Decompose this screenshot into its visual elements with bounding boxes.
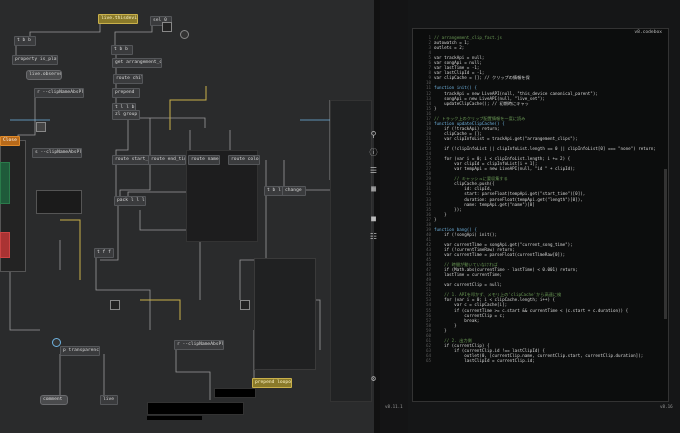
code-line: lastClipId = currentClip.id; xyxy=(434,358,535,363)
position-display xyxy=(36,190,82,214)
patch-object[interactable]: route child xyxy=(113,74,143,84)
mixer-icon[interactable]: ☷ xyxy=(369,232,378,241)
patch-object[interactable]: t f f xyxy=(94,248,114,258)
toggle[interactable] xyxy=(36,122,46,132)
patch-object[interactable]: zl group 2 xyxy=(112,110,140,120)
info-icon[interactable]: ⓘ xyxy=(369,148,378,157)
status-bar-black-2 xyxy=(147,416,202,420)
status-left: v8.11.1 xyxy=(385,404,403,409)
patch-object[interactable]: route end_time xyxy=(148,155,186,165)
patch-object[interactable]: t b b xyxy=(111,45,133,55)
toggle[interactable] xyxy=(162,22,172,32)
patch-object[interactable]: prepend loopoutt xyxy=(252,378,292,388)
patch-object[interactable]: route color xyxy=(228,155,260,165)
toolstrip: ⚲ ⓘ ☰ ▦ ■ ☷ ⚙ xyxy=(367,120,381,383)
search-icon[interactable]: ⚲ xyxy=(369,130,378,139)
patch-object[interactable]: Close xyxy=(0,136,20,146)
patch-object[interactable]: property is_playing xyxy=(12,55,58,65)
patch-object[interactable]: get arrangement_clips xyxy=(112,58,162,68)
patch-object[interactable]: route name xyxy=(188,155,220,165)
line-number: 65 xyxy=(425,358,431,363)
patch-object[interactable]: change xyxy=(282,186,306,196)
status-bar-black xyxy=(147,402,244,415)
code-text[interactable]: // arrangement_clip_fact.js autowatch = 1… xyxy=(434,35,666,363)
patch-object[interactable]: p transparency xyxy=(60,346,100,356)
status-right: v8.16 xyxy=(660,404,673,409)
grid-icon[interactable]: ▦ xyxy=(369,184,378,193)
patch-object[interactable]: t b l xyxy=(264,186,284,196)
number-box[interactable] xyxy=(214,388,256,398)
patch-object[interactable]: route start_time xyxy=(112,155,152,165)
patch-object[interactable]: s --clipNameAbsPlay xyxy=(32,148,82,158)
line-numbers: 1 2 3 4 5 6 7 8 9 10 11 12 13 14 15 16 17 18 19 20 21 22 23 24 2… xyxy=(413,35,431,363)
toggle[interactable] xyxy=(240,300,250,310)
sidebar-gutter xyxy=(380,0,408,433)
settings-icon[interactable]: ⚙ xyxy=(369,374,378,383)
patch-object[interactable]: r --clipNameAbsPlay xyxy=(34,88,84,98)
patch-object[interactable]: prepend xyxy=(112,88,140,98)
right-column xyxy=(330,100,372,402)
patch-object[interactable]: comment xyxy=(40,395,68,405)
green-meter xyxy=(0,162,10,204)
patch-object[interactable]: live.observer xyxy=(26,70,62,80)
bang-button[interactable] xyxy=(180,30,189,39)
list-icon[interactable]: ☰ xyxy=(369,166,378,175)
message-grid xyxy=(254,258,316,370)
patch-object[interactable]: pack l l l s xyxy=(114,196,146,206)
code-editor[interactable]: v8.codebox 1 2 3 4 5 6 7 8 9 10 11 12 13 14 15 16 17 18 19… xyxy=(412,28,669,402)
patcher-canvas[interactable]: live.thisdevicesel 0t b bt b bproperty i… xyxy=(0,0,374,433)
patch-object[interactable]: live xyxy=(100,395,118,405)
patch-object[interactable]: t b b xyxy=(14,36,36,46)
bang-button[interactable] xyxy=(52,338,61,347)
red-meter xyxy=(0,232,10,258)
toggle[interactable] xyxy=(110,300,120,310)
patch-object[interactable]: live.thisdevice xyxy=(98,14,138,24)
code-line: if (!clipInfoList || clipInfoList.length… xyxy=(434,146,656,152)
scrollbar[interactable] xyxy=(664,169,667,319)
package-icon[interactable]: ■ xyxy=(369,214,378,223)
patch-object[interactable]: r --clipNameAbsPlay xyxy=(174,340,224,350)
